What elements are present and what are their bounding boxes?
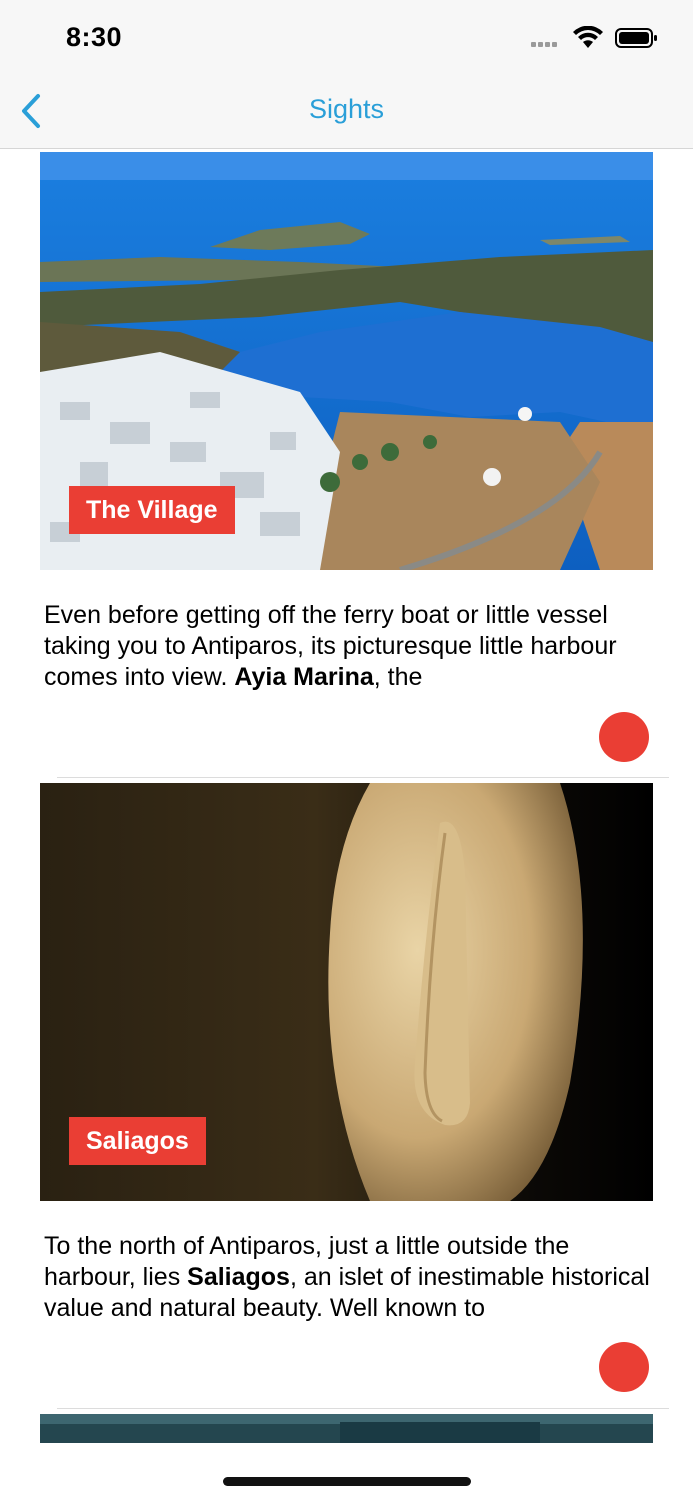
read-more-dot[interactable]: [599, 1342, 649, 1392]
navigation-bar: 8:30 Sights: [0, 0, 693, 149]
next-card-photo[interactable]: [40, 1414, 653, 1443]
signal-icon: [531, 42, 565, 48]
card-label-village: The Village: [69, 486, 235, 534]
status-icons: [517, 26, 657, 50]
card-description: Even before getting off the ferry boat o…: [44, 600, 659, 693]
read-more-dot[interactable]: [599, 712, 649, 762]
card-description: To the north of Antiparos, just a little…: [44, 1231, 659, 1324]
card-text-after: , the: [373, 663, 423, 691]
card-separator: [57, 777, 669, 778]
card-text-bold: Saliagos: [187, 1263, 290, 1291]
card-separator: [57, 1408, 669, 1409]
wifi-icon: [573, 26, 603, 48]
sight-card-village[interactable]: The Village Even before getting off the …: [0, 152, 693, 778]
page-title: Sights: [308, 94, 385, 124]
status-time: 8:30: [66, 22, 123, 52]
home-indicator[interactable]: [223, 1477, 471, 1486]
sight-card-saliagos[interactable]: Saliagos To the north of Antiparos, just…: [0, 783, 693, 1409]
card-text-bold: Ayia Marina: [234, 663, 374, 691]
card-label-saliagos: Saliagos: [69, 1117, 206, 1165]
next-card-photo-illustration: [40, 1414, 653, 1443]
battery-icon: [615, 28, 657, 48]
